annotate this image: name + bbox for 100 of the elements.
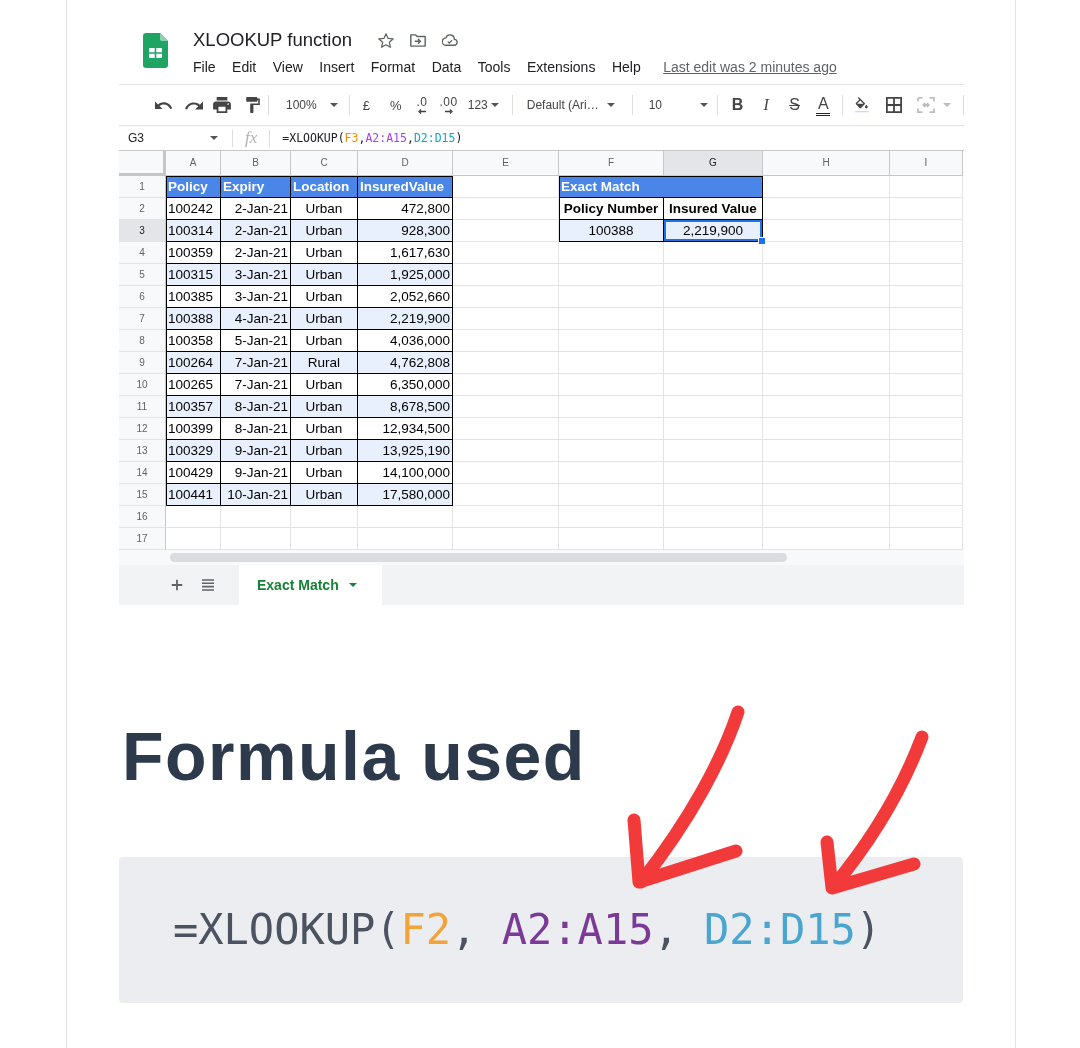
table-cell: 928,300 (358, 220, 453, 242)
row-header[interactable]: 4 (119, 242, 166, 264)
row-header[interactable]: 16 (119, 506, 166, 528)
scrollbar[interactable] (170, 553, 787, 562)
row-header[interactable]: 9 (119, 352, 166, 374)
code-text: =XLOOKUP(F2, A2:A15, D2:D15) (173, 905, 882, 955)
number-format-dropdown[interactable]: 123 (467, 94, 499, 116)
caret-icon (348, 583, 357, 587)
strikethrough-button[interactable]: S (787, 94, 802, 116)
table-cell: Urban (291, 308, 358, 330)
folder-arrow-icon[interactable] (410, 32, 427, 48)
row-header[interactable]: 14 (119, 462, 166, 484)
table-cell: 13,925,190 (358, 440, 453, 462)
menu-item[interactable]: Help (611, 58, 641, 76)
row-header[interactable]: 7 (119, 308, 166, 330)
row-header[interactable]: 8 (119, 330, 166, 352)
table-cell: 5-Jan-21 (221, 330, 291, 352)
menu-item[interactable]: File (193, 58, 216, 76)
table-cell: 2,219,900 (664, 220, 763, 242)
row-header[interactable]: 11 (119, 396, 166, 418)
menu-item[interactable]: Edit (232, 58, 257, 76)
table-cell: 100265 (166, 374, 221, 396)
font-dropdown[interactable]: Default (Ari… (526, 94, 622, 116)
header-cell: InsuredValue (358, 176, 453, 198)
undo-icon[interactable] (155, 100, 173, 110)
column-header[interactable]: H (763, 151, 890, 176)
column-header[interactable]: C (291, 151, 358, 176)
menu-item[interactable]: Tools (477, 58, 511, 76)
row-header[interactable]: 2 (119, 198, 166, 220)
header-cell: Policy Number (559, 198, 664, 220)
menu-item[interactable]: Data (431, 58, 462, 76)
merge-cells-icon[interactable] (917, 97, 935, 113)
currency-button[interactable]: £ (362, 94, 370, 116)
sheet-list-icon[interactable] (202, 579, 214, 591)
caret-icon (606, 103, 615, 107)
sheets-logo-icon[interactable] (143, 33, 168, 68)
table-cell: 6,350,000 (358, 374, 453, 396)
table-cell: Urban (291, 198, 358, 220)
italic-button[interactable]: I (759, 94, 773, 116)
increase-decimals-button[interactable]: .00 (439, 94, 458, 116)
row-header[interactable]: 15 (119, 484, 166, 506)
name-box[interactable]: G3 (119, 127, 232, 149)
text-color-button[interactable]: A (816, 94, 830, 116)
column-header[interactable]: A (166, 151, 221, 176)
redo-icon[interactable] (185, 100, 203, 110)
document-title[interactable]: XLOOKUP function (193, 29, 353, 51)
last-edit-link[interactable]: Last edit was 2 minutes ago (663, 58, 837, 76)
font-size-dropdown[interactable]: 10 (648, 94, 708, 116)
column-header[interactable]: G (664, 151, 763, 176)
column-header[interactable]: B (221, 151, 291, 176)
print-icon[interactable] (213, 97, 231, 113)
percent-button[interactable]: % (389, 94, 402, 116)
table-cell: 2,219,900 (358, 308, 453, 330)
table-cell: 12,934,500 (358, 418, 453, 440)
menu-item[interactable]: View (272, 58, 303, 76)
menu-item[interactable]: Format (370, 58, 416, 76)
table-cell: 100388 (166, 308, 221, 330)
row-header[interactable]: 13 (119, 440, 166, 462)
menu-item[interactable]: Extensions (526, 58, 596, 76)
formula-field[interactable]: =XLOOKUP(F3,A2:A15,D2:D15) (282, 128, 964, 148)
table-cell: 2,052,660 (358, 286, 453, 308)
row-header[interactable]: 3 (119, 220, 166, 242)
add-sheet-icon[interactable] (171, 579, 183, 591)
row-header[interactable]: 17 (119, 528, 166, 550)
column-header[interactable]: I (890, 151, 963, 176)
table-cell: Urban (291, 264, 358, 286)
row-header[interactable]: 1 (119, 176, 166, 198)
table-cell: 7-Jan-21 (221, 374, 291, 396)
table-cell: 4-Jan-21 (221, 308, 291, 330)
header-cell: Insured Value (664, 198, 763, 220)
row-header[interactable]: 12 (119, 418, 166, 440)
star-icon[interactable] (378, 32, 395, 48)
column-header[interactable]: D (358, 151, 453, 176)
table-cell: 9-Jan-21 (221, 462, 291, 484)
borders-icon[interactable] (885, 97, 903, 113)
bold-button[interactable]: B (730, 94, 745, 116)
header-cell: Exact Match (559, 176, 763, 198)
table-cell: 2-Jan-21 (221, 220, 291, 242)
menu-item[interactable]: Insert (319, 58, 355, 76)
decrease-decimals-button[interactable]: .0 (416, 94, 428, 116)
row-header[interactable]: 6 (119, 286, 166, 308)
caret-icon (329, 103, 338, 107)
table-cell: 100441 (166, 484, 221, 506)
cloud-check-icon[interactable] (442, 32, 459, 48)
row-header[interactable]: 5 (119, 264, 166, 286)
column-header[interactable]: E (453, 151, 559, 176)
caret-icon (210, 136, 218, 140)
sheet-tab[interactable]: Exact Match (239, 565, 382, 605)
column-header[interactable]: F (559, 151, 664, 176)
table-cell: Urban (291, 220, 358, 242)
caret-icon (699, 103, 708, 107)
zoom-dropdown[interactable]: 100% (286, 94, 338, 116)
header-cell: Location (291, 176, 358, 198)
table-cell: Urban (291, 440, 358, 462)
fill-bucket-icon[interactable] (853, 97, 871, 113)
table-cell: 8-Jan-21 (221, 396, 291, 418)
fill-handle[interactable] (758, 237, 766, 245)
paint-format-icon[interactable] (246, 97, 260, 113)
row-header[interactable]: 10 (119, 374, 166, 396)
table-cell: 100358 (166, 330, 221, 352)
